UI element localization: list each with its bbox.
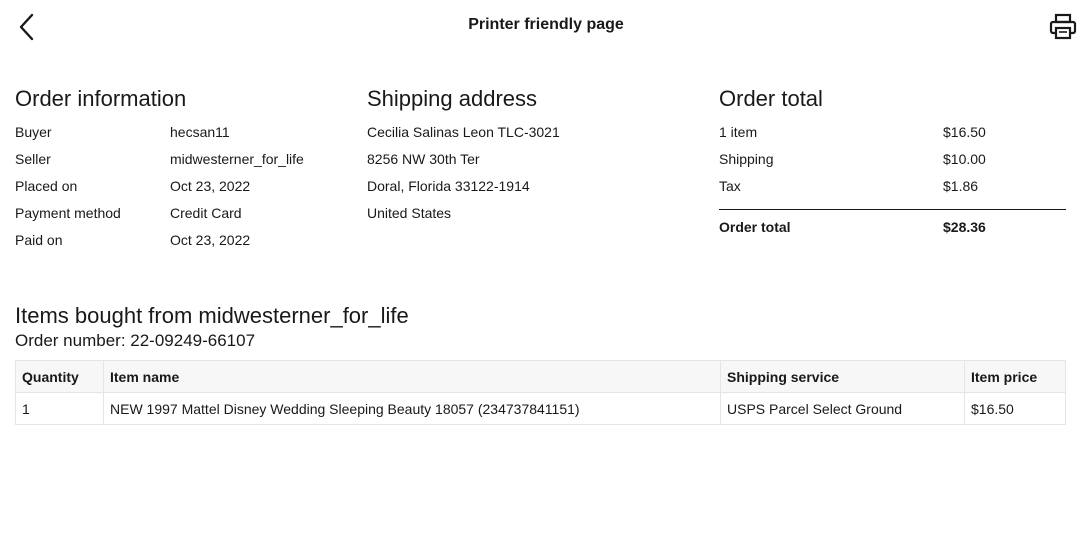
shipping-address-heading: Shipping address	[367, 86, 538, 111]
payment-method-value: Credit Card	[170, 205, 242, 221]
item-price: $16.50	[964, 392, 1066, 425]
column-header-item-price: Item price	[964, 360, 1066, 393]
column-header-shipping-service: Shipping service	[720, 360, 965, 393]
shipping-address-section: Shipping address Cecilia Salinas Leon TL…	[367, 85, 697, 226]
item-quantity: 1	[15, 392, 104, 425]
shipping-cost-row: Shipping $10.00	[719, 145, 1066, 172]
payment-method-label: Payment method	[15, 205, 121, 221]
item-shipping-service: USPS Parcel Select Ground	[720, 392, 965, 425]
table-header-row: Quantity Item name Shipping service Item…	[15, 360, 1066, 393]
items-table: Quantity Item name Shipping service Item…	[15, 360, 1066, 425]
page-header: Printer friendly page	[0, 0, 1092, 54]
address-line: 8256 NW 30th Ter	[367, 151, 480, 167]
items-subtotal-label: 1 item	[719, 124, 758, 140]
items-section: Items bought from midwesterner_for_life …	[15, 302, 1066, 425]
items-subtotal-row: 1 item $16.50	[719, 118, 1066, 145]
order-total-row: Order total $28.36	[719, 210, 1066, 237]
table-row: 1 NEW 1997 Mattel Disney Wedding Sleepin…	[15, 392, 1066, 425]
payment-method-row: Payment method Credit Card	[15, 199, 345, 226]
column-header-item-name: Item name	[103, 360, 721, 393]
order-information-heading: Order information	[15, 86, 187, 111]
buyer-label: Buyer	[15, 124, 52, 140]
seller-row: Seller midwesterner_for_life	[15, 145, 345, 172]
address-line: Cecilia Salinas Leon TLC-3021	[367, 124, 560, 140]
tax-row: Tax $1.86	[719, 172, 1066, 199]
items-subtotal-value: $16.50	[943, 124, 986, 140]
order-total-section: Order total 1 item $16.50 Shipping $10.0…	[719, 85, 1066, 237]
seller-value: midwesterner_for_life	[170, 151, 304, 167]
order-total-value: $28.36	[943, 219, 986, 235]
order-information-section: Order information Buyer hecsan11 Seller …	[15, 85, 345, 253]
tax-value: $1.86	[943, 178, 979, 194]
order-total-heading: Order total	[719, 86, 823, 111]
paid-on-label: Paid on	[15, 232, 63, 248]
buyer-row: Buyer hecsan11	[15, 118, 345, 145]
tax-label: Tax	[719, 178, 741, 194]
column-header-quantity: Quantity	[15, 360, 104, 393]
page-title: Printer friendly page	[468, 16, 624, 33]
placed-on-row: Placed on Oct 23, 2022	[15, 172, 345, 199]
printer-icon	[1049, 13, 1077, 40]
shipping-cost-label: Shipping	[719, 151, 774, 167]
print-button[interactable]	[1048, 12, 1078, 42]
seller-label: Seller	[15, 151, 51, 167]
buyer-value: hecsan11	[170, 124, 230, 140]
placed-on-value: Oct 23, 2022	[170, 178, 251, 194]
order-number: Order number: 22-09249-66107	[15, 331, 256, 350]
items-heading: Items bought from midwesterner_for_life	[15, 303, 409, 328]
placed-on-label: Placed on	[15, 178, 78, 194]
paid-on-row: Paid on Oct 23, 2022	[15, 226, 345, 253]
address-line: Doral, Florida 33122-1914	[367, 178, 530, 194]
order-total-label: Order total	[719, 219, 791, 235]
address-line: United States	[367, 205, 452, 221]
paid-on-value: Oct 23, 2022	[170, 232, 251, 248]
shipping-cost-value: $10.00	[943, 151, 986, 167]
item-name: NEW 1997 Mattel Disney Wedding Sleeping …	[103, 392, 721, 425]
